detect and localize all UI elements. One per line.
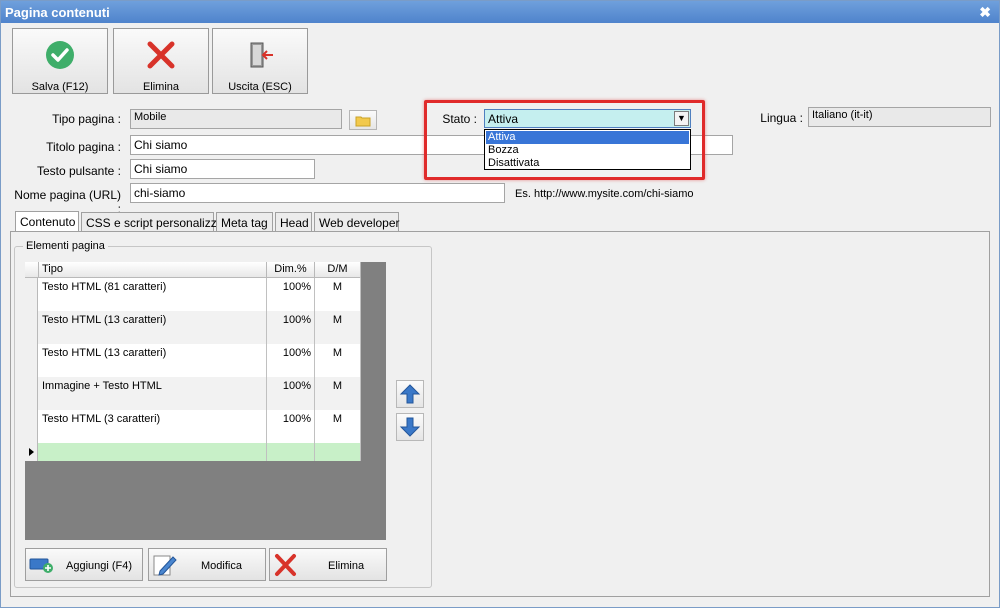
new-row-selector[interactable] <box>25 443 38 461</box>
content-page-window: Pagina contenuti ✖ Salva (F12) Elimina U… <box>0 0 1000 608</box>
delete-x-icon <box>275 554 296 576</box>
window-title: Pagina contenuti <box>5 5 110 20</box>
row-selector[interactable] <box>25 410 38 443</box>
row-selector[interactable] <box>25 377 38 410</box>
edit-element-label: Modifica <box>201 560 242 572</box>
cell-tipo: Testo HTML (81 caratteri) <box>39 278 267 311</box>
url-example-text: Es. http://www.mysite.com/chi-siamo <box>515 188 694 200</box>
table-row[interactable]: Testo HTML (13 caratteri) 100% M <box>25 311 361 344</box>
add-element-button[interactable]: Aggiungi (F4) <box>25 548 143 581</box>
nome-pagina-input[interactable]: chi-siamo <box>130 183 505 203</box>
folder-icon <box>355 116 371 127</box>
testo-pulsante-label: Testo pulsante : <box>36 164 121 178</box>
grid-corner <box>25 262 39 278</box>
exit-door-icon <box>250 42 273 68</box>
add-element-label: Aggiungi (F4) <box>66 560 133 572</box>
cell-dm: M <box>315 278 361 311</box>
delete-element-button[interactable]: Elimina <box>269 548 387 581</box>
save-button-label: Salva (F12) <box>31 81 89 93</box>
cell-dm: M <box>315 344 361 377</box>
row-pointer-icon <box>29 448 34 456</box>
tab-meta-tag[interactable]: Meta tag <box>216 212 273 231</box>
table-row[interactable]: Testo HTML (3 caratteri) 100% M <box>25 410 361 443</box>
cell-dim: 100% <box>267 377 315 410</box>
cell-tipo: Immagine + Testo HTML <box>39 377 267 410</box>
arrow-up-icon <box>399 384 421 404</box>
testo-pulsante-input[interactable]: Chi siamo <box>130 159 315 179</box>
lingua-field: Italiano (it-it) <box>808 107 991 127</box>
title-bar: Pagina contenuti ✖ <box>1 1 999 23</box>
checkmark-icon <box>46 41 74 69</box>
cell-dm: M <box>315 410 361 443</box>
cell-dim: 100% <box>267 311 315 344</box>
titolo-pagina-label: Titolo pagina : <box>46 140 121 154</box>
move-up-button[interactable] <box>396 380 424 408</box>
cell-tipo: Testo HTML (3 caratteri) <box>39 410 267 443</box>
elements-group-title: Elementi pagina <box>23 240 108 252</box>
column-header-dim[interactable]: Dim.% <box>267 262 315 278</box>
cell-dim: 100% <box>267 344 315 377</box>
edit-pencil-icon <box>153 555 177 576</box>
cell-dm: M <box>315 377 361 410</box>
tab-contenuto[interactable]: Contenuto <box>15 211 79 231</box>
exit-button-label: Uscita (ESC) <box>228 81 292 93</box>
new-cell-dm[interactable] <box>315 443 361 461</box>
row-selector[interactable] <box>25 278 38 311</box>
cell-tipo: Testo HTML (13 caratteri) <box>39 311 267 344</box>
highlight-box <box>424 100 705 180</box>
cell-dim: 100% <box>267 278 315 311</box>
table-row[interactable]: Testo HTML (81 caratteri) 100% M <box>25 278 361 311</box>
column-header-dm[interactable]: D/M <box>315 262 361 278</box>
tipo-pagina-label: Tipo pagina : <box>52 112 121 126</box>
delete-button-label: Elimina <box>142 81 180 93</box>
save-button[interactable]: Salva (F12) <box>12 28 108 94</box>
delete-button[interactable]: Elimina <box>113 28 209 94</box>
cell-tipo: Testo HTML (13 caratteri) <box>39 344 267 377</box>
row-selector[interactable] <box>25 344 38 377</box>
tab-css-script[interactable]: CSS e script personalizzati <box>81 212 229 231</box>
move-down-button[interactable] <box>396 413 424 441</box>
tab-web-developer[interactable]: Web developer <box>314 212 400 231</box>
browse-folder-button[interactable] <box>349 110 377 130</box>
delete-x-icon <box>147 41 175 69</box>
table-row[interactable]: Immagine + Testo HTML 100% M <box>25 377 361 410</box>
row-selector[interactable] <box>25 311 38 344</box>
add-element-icon <box>29 558 53 573</box>
column-header-tipo[interactable]: Tipo <box>39 262 267 278</box>
cell-dm: M <box>315 311 361 344</box>
lingua-label: Lingua : <box>760 111 803 125</box>
exit-button[interactable]: Uscita (ESC) <box>212 28 308 94</box>
tab-head[interactable]: Head <box>275 212 312 231</box>
cell-dim: 100% <box>267 410 315 443</box>
delete-element-label: Elimina <box>328 560 365 572</box>
tipo-pagina-field: Mobile <box>130 109 342 129</box>
edit-element-button[interactable]: Modifica <box>148 548 266 581</box>
close-icon[interactable]: ✖ <box>979 4 991 21</box>
new-cell-dim[interactable] <box>267 443 315 461</box>
arrow-down-icon <box>399 417 421 437</box>
table-row[interactable]: Testo HTML (13 caratteri) 100% M <box>25 344 361 377</box>
new-row[interactable] <box>25 443 361 461</box>
new-cell-tipo[interactable] <box>39 443 267 461</box>
